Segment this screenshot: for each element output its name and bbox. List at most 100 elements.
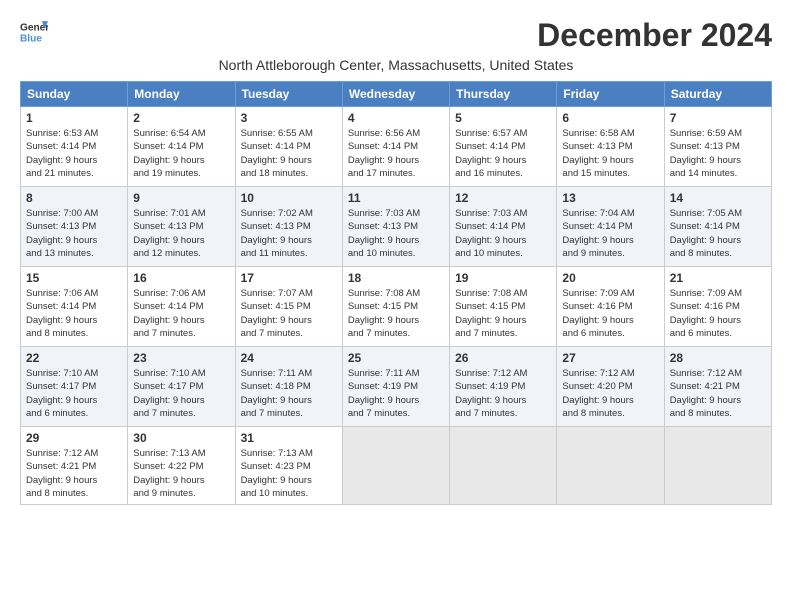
day-info: Sunrise: 7:06 AM Sunset: 4:14 PM Dayligh… <box>133 287 229 340</box>
day-info: Sunrise: 7:06 AM Sunset: 4:14 PM Dayligh… <box>26 287 122 340</box>
calendar-cell: 20 Sunrise: 7:09 AM Sunset: 4:16 PM Dayli… <box>557 267 664 347</box>
day-number: 31 <box>241 431 337 445</box>
day-info: Sunrise: 7:12 AM Sunset: 4:21 PM Dayligh… <box>26 447 122 500</box>
calendar-table: SundayMondayTuesdayWednesdayThursdayFrid… <box>20 81 772 505</box>
calendar-cell: 2Sunrise: 6:54 AM Sunset: 4:14 PM Daylig… <box>128 107 235 187</box>
calendar-cell: 27 Sunrise: 7:12 AM Sunset: 4:20 PM Dayli… <box>557 347 664 427</box>
day-info: Sunrise: 6:57 AM Sunset: 4:14 PM Dayligh… <box>455 127 551 180</box>
day-info: Sunrise: 7:00 AM Sunset: 4:13 PM Dayligh… <box>26 207 122 260</box>
day-number: 21 <box>670 271 766 285</box>
day-number: 15 <box>26 271 122 285</box>
day-info: Sunrise: 7:13 AM Sunset: 4:22 PM Dayligh… <box>133 447 229 500</box>
day-info: Sunrise: 6:56 AM Sunset: 4:14 PM Dayligh… <box>348 127 444 180</box>
calendar-cell: 16 Sunrise: 7:06 AM Sunset: 4:14 PM Dayli… <box>128 267 235 347</box>
calendar-header-cell: Thursday <box>450 82 557 107</box>
day-info: Sunrise: 7:08 AM Sunset: 4:15 PM Dayligh… <box>455 287 551 340</box>
day-number: 1 <box>26 111 122 125</box>
day-info: Sunrise: 7:11 AM Sunset: 4:19 PM Dayligh… <box>348 367 444 420</box>
day-info: Sunrise: 7:09 AM Sunset: 4:16 PM Dayligh… <box>562 287 658 340</box>
day-info: Sunrise: 7:01 AM Sunset: 4:13 PM Dayligh… <box>133 207 229 260</box>
calendar-header-cell: Saturday <box>664 82 771 107</box>
calendar-cell: 25Sunrise: 7:11 AM Sunset: 4:19 PM Dayli… <box>342 347 449 427</box>
calendar-header-cell: Friday <box>557 82 664 107</box>
day-info: Sunrise: 7:12 AM Sunset: 4:21 PM Dayligh… <box>670 367 766 420</box>
day-info: Sunrise: 7:08 AM Sunset: 4:15 PM Dayligh… <box>348 287 444 340</box>
logo: General Blue <box>20 18 50 46</box>
day-info: Sunrise: 7:10 AM Sunset: 4:17 PM Dayligh… <box>26 367 122 420</box>
day-info: Sunrise: 7:12 AM Sunset: 4:19 PM Dayligh… <box>455 367 551 420</box>
day-number: 11 <box>348 191 444 205</box>
calendar-cell: 7Sunrise: 6:59 AM Sunset: 4:13 PM Daylig… <box>664 107 771 187</box>
day-number: 20 <box>562 271 658 285</box>
day-number: 17 <box>241 271 337 285</box>
day-number: 7 <box>670 111 766 125</box>
day-number: 6 <box>562 111 658 125</box>
day-number: 5 <box>455 111 551 125</box>
day-info: Sunrise: 7:02 AM Sunset: 4:13 PM Dayligh… <box>241 207 337 260</box>
day-number: 19 <box>455 271 551 285</box>
day-number: 4 <box>348 111 444 125</box>
calendar-header-cell: Wednesday <box>342 82 449 107</box>
day-number: 27 <box>562 351 658 365</box>
calendar-cell: 19 Sunrise: 7:08 AM Sunset: 4:15 PM Dayli… <box>450 267 557 347</box>
calendar-header-cell: Sunday <box>21 82 128 107</box>
day-number: 23 <box>133 351 229 365</box>
day-number: 12 <box>455 191 551 205</box>
calendar-cell: 31 Sunrise: 7:13 AM Sunset: 4:23 PM Dayli… <box>235 427 342 505</box>
calendar-cell: 28 Sunrise: 7:12 AM Sunset: 4:21 PM Dayli… <box>664 347 771 427</box>
calendar-cell <box>664 427 771 505</box>
calendar-cell: 13 Sunrise: 7:04 AM Sunset: 4:14 PM Dayli… <box>557 187 664 267</box>
day-number: 29 <box>26 431 122 445</box>
calendar-cell: 21 Sunrise: 7:09 AM Sunset: 4:16 PM Dayli… <box>664 267 771 347</box>
calendar-cell: 12 Sunrise: 7:03 AM Sunset: 4:14 PM Dayli… <box>450 187 557 267</box>
day-number: 13 <box>562 191 658 205</box>
calendar-cell: 9Sunrise: 7:01 AM Sunset: 4:13 PM Daylig… <box>128 187 235 267</box>
calendar-header-cell: Monday <box>128 82 235 107</box>
day-number: 18 <box>348 271 444 285</box>
calendar-cell <box>342 427 449 505</box>
calendar-cell: 14 Sunrise: 7:05 AM Sunset: 4:14 PM Dayli… <box>664 187 771 267</box>
calendar-header-cell: Tuesday <box>235 82 342 107</box>
day-number: 28 <box>670 351 766 365</box>
day-number: 8 <box>26 191 122 205</box>
day-info: Sunrise: 6:54 AM Sunset: 4:14 PM Dayligh… <box>133 127 229 180</box>
day-info: Sunrise: 6:55 AM Sunset: 4:14 PM Dayligh… <box>241 127 337 180</box>
day-info: Sunrise: 7:11 AM Sunset: 4:18 PM Dayligh… <box>241 367 337 420</box>
calendar-cell: 3 Sunrise: 6:55 AM Sunset: 4:14 PM Daylig… <box>235 107 342 187</box>
day-number: 10 <box>241 191 337 205</box>
calendar-cell: 6 Sunrise: 6:58 AM Sunset: 4:13 PM Daylig… <box>557 107 664 187</box>
calendar-cell: 30 Sunrise: 7:13 AM Sunset: 4:22 PM Dayli… <box>128 427 235 505</box>
day-info: Sunrise: 6:58 AM Sunset: 4:13 PM Dayligh… <box>562 127 658 180</box>
calendar-cell: 4 Sunrise: 6:56 AM Sunset: 4:14 PM Daylig… <box>342 107 449 187</box>
calendar-cell: 18 Sunrise: 7:08 AM Sunset: 4:15 PM Dayli… <box>342 267 449 347</box>
day-info: Sunrise: 7:03 AM Sunset: 4:14 PM Dayligh… <box>455 207 551 260</box>
day-number: 30 <box>133 431 229 445</box>
calendar-cell: 1 Sunrise: 6:53 AM Sunset: 4:14 PM Daylig… <box>21 107 128 187</box>
calendar-cell: 5 Sunrise: 6:57 AM Sunset: 4:14 PM Daylig… <box>450 107 557 187</box>
day-info: Sunrise: 7:03 AM Sunset: 4:13 PM Dayligh… <box>348 207 444 260</box>
calendar-cell: 8 Sunrise: 7:00 AM Sunset: 4:13 PM Daylig… <box>21 187 128 267</box>
day-number: 14 <box>670 191 766 205</box>
svg-text:Blue: Blue <box>20 33 42 44</box>
day-info: Sunrise: 7:10 AM Sunset: 4:17 PM Dayligh… <box>133 367 229 420</box>
day-info: Sunrise: 7:05 AM Sunset: 4:14 PM Dayligh… <box>670 207 766 260</box>
calendar-cell: 15 Sunrise: 7:06 AM Sunset: 4:14 PM Dayli… <box>21 267 128 347</box>
calendar-cell: 24Sunrise: 7:11 AM Sunset: 4:18 PM Dayli… <box>235 347 342 427</box>
calendar-cell: 26 Sunrise: 7:12 AM Sunset: 4:19 PM Dayli… <box>450 347 557 427</box>
day-number: 22 <box>26 351 122 365</box>
calendar-cell: 11 Sunrise: 7:03 AM Sunset: 4:13 PM Dayli… <box>342 187 449 267</box>
calendar-cell <box>450 427 557 505</box>
day-info: Sunrise: 7:09 AM Sunset: 4:16 PM Dayligh… <box>670 287 766 340</box>
day-number: 16 <box>133 271 229 285</box>
calendar-header: SundayMondayTuesdayWednesdayThursdayFrid… <box>21 82 772 107</box>
calendar-cell: 17 Sunrise: 7:07 AM Sunset: 4:15 PM Dayli… <box>235 267 342 347</box>
calendar-cell: 10 Sunrise: 7:02 AM Sunset: 4:13 PM Dayli… <box>235 187 342 267</box>
day-number: 26 <box>455 351 551 365</box>
day-info: Sunrise: 7:07 AM Sunset: 4:15 PM Dayligh… <box>241 287 337 340</box>
day-info: Sunrise: 7:13 AM Sunset: 4:23 PM Dayligh… <box>241 447 337 500</box>
calendar-cell: 23 Sunrise: 7:10 AM Sunset: 4:17 PM Dayli… <box>128 347 235 427</box>
day-info: Sunrise: 7:12 AM Sunset: 4:20 PM Dayligh… <box>562 367 658 420</box>
day-info: Sunrise: 7:04 AM Sunset: 4:14 PM Dayligh… <box>562 207 658 260</box>
day-number: 3 <box>241 111 337 125</box>
day-info: Sunrise: 6:53 AM Sunset: 4:14 PM Dayligh… <box>26 127 122 180</box>
